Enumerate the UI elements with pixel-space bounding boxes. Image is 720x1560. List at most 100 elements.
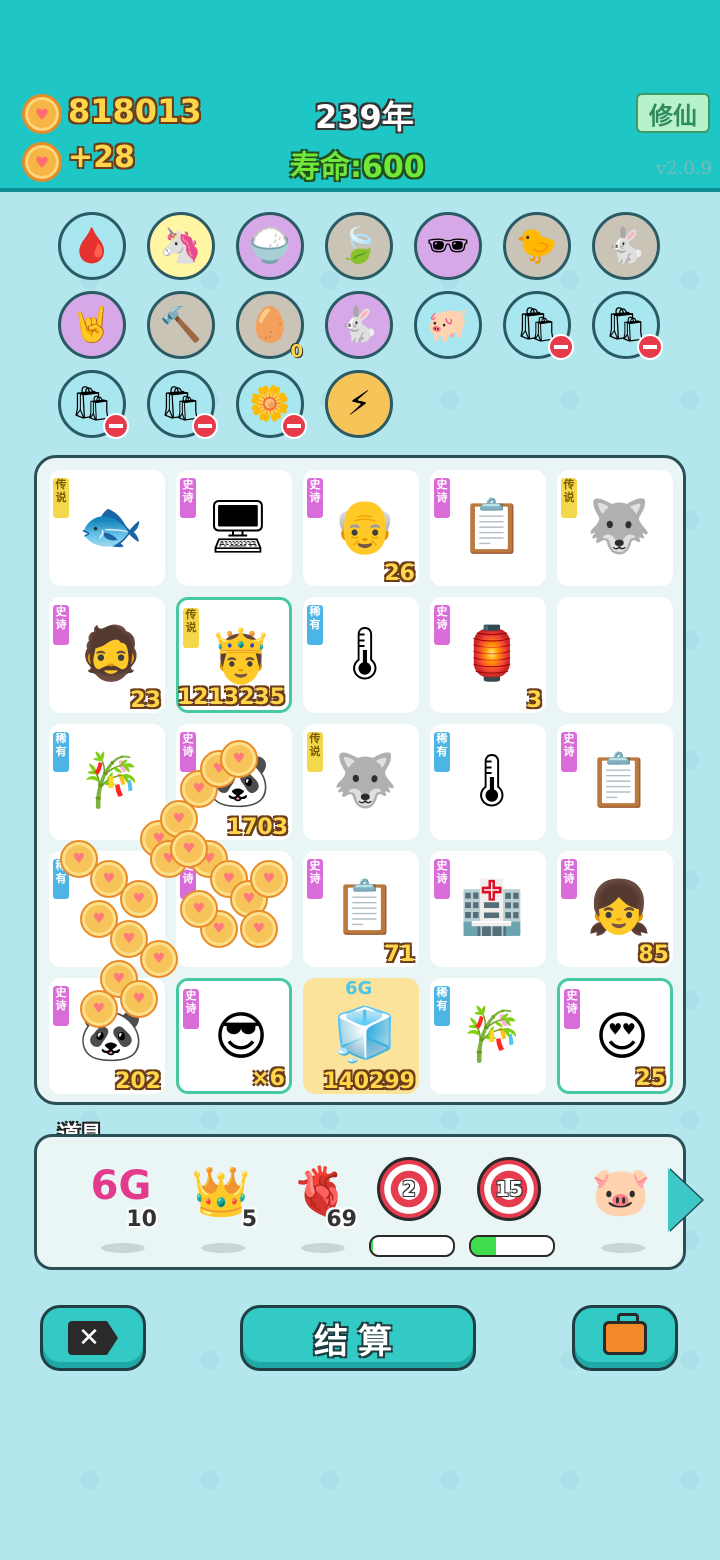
board-cell-girl-portrait[interactable]: 史诗 👧 85 <box>557 851 673 967</box>
board-cell-ctrl-c-ctrl-v[interactable]: 史诗 📋 <box>557 724 673 840</box>
board-cell-husky-king[interactable]: 传说 🐺 <box>303 724 419 840</box>
remove-badge-icon[interactable] <box>103 413 129 439</box>
remove-badge-icon[interactable] <box>548 334 574 360</box>
lightning-icon[interactable]: ⚡ <box>325 370 393 438</box>
item-count: 140299 <box>323 1069 415 1094</box>
sack-icon[interactable]: 🛍 <box>503 291 574 360</box>
cultivate-button[interactable]: 修仙 <box>636 93 710 133</box>
blood-bag-icon[interactable]: 🩸 <box>58 212 126 280</box>
coin-icon: ♥ <box>140 940 178 978</box>
rock-hand-icon[interactable]: 🤘 <box>58 291 126 359</box>
rarity-tag: 传说 <box>307 732 323 772</box>
coin-icon: ♥ <box>120 880 158 918</box>
remove-badge-icon[interactable] <box>637 334 663 360</box>
coin-icon: ♥ <box>22 94 62 134</box>
inventory-icon-glyph: 🐇 <box>604 226 648 266</box>
item-count: 1213235 <box>177 685 285 710</box>
tool-count: 5 <box>241 1207 257 1232</box>
board-cell-gauge[interactable]: 稀有 🌡 <box>303 597 419 713</box>
board-cell-icu-sign[interactable]: 史诗 🏥 <box>430 851 546 967</box>
rarity-tag: 史诗 <box>434 859 450 899</box>
rabbit-icon[interactable]: 🐇 <box>325 291 393 359</box>
board-cell-graphics-card[interactable]: 史诗 🖥 <box>176 470 292 586</box>
bag-button[interactable] <box>572 1305 678 1371</box>
coin-rate: +28 <box>68 140 135 175</box>
lifespan: 寿命:600 <box>290 142 425 186</box>
inventory-icon-glyph: 🦄 <box>159 226 203 266</box>
board-cell-old-man-face[interactable]: 史诗 👴 26 <box>303 470 419 586</box>
target-tool[interactable]: 15 <box>469 1157 563 1257</box>
remove-badge-icon[interactable] <box>281 413 307 439</box>
rice-bowl-icon[interactable]: 🍚 <box>236 212 304 280</box>
coin-icon: ♥ <box>80 990 118 1028</box>
graphics-card-icon: 🖥 <box>204 496 271 557</box>
egg-tray-icon[interactable]: 🥚 0 <box>236 291 304 362</box>
shadow <box>201 1243 245 1253</box>
coin-icon: ♥ <box>180 890 218 928</box>
item-count: 202 <box>115 1069 161 1094</box>
item-count: 25 <box>635 1066 666 1091</box>
heart-eyes-face-icon: 😍 <box>594 1007 650 1067</box>
inventory-icon-glyph: 🔨 <box>159 305 203 345</box>
gauge-icon: 🌡 <box>331 623 398 684</box>
gauge-icon: 🌡 <box>458 750 525 811</box>
inventory-icon-glyph: 🕶 <box>426 226 470 266</box>
rabbit-icon[interactable]: 🐇 <box>592 212 660 280</box>
board-cell-fridge-6g[interactable]: 🧊 6G 140299 <box>303 978 419 1094</box>
shadow <box>101 1243 145 1253</box>
bearded-man-icon: 🧔 <box>78 623 144 684</box>
crown-tool[interactable]: 👑 5 <box>173 1157 263 1257</box>
lifespan-value: 600 <box>362 150 425 185</box>
inventory-icon-glyph: 🐖 <box>426 305 470 345</box>
flower-pot-icon[interactable]: 🌼 <box>236 370 307 439</box>
rarity-tag: 稀有 <box>434 732 450 772</box>
close-button[interactable]: ✕ <box>40 1305 146 1371</box>
board-cell-bamboo[interactable]: 稀有 🎋 <box>430 978 546 1094</box>
inventory-icon-glyph: 🩸 <box>70 226 114 266</box>
item-count: 23 <box>130 688 161 713</box>
settle-button[interactable]: 结算 <box>240 1305 476 1371</box>
rabbit-lantern-icon: 🏮 <box>459 623 525 684</box>
board-cell-ctrl-c-ctrl-v[interactable]: 史诗 📋 <box>430 470 546 586</box>
sack-icon[interactable]: 🛍 <box>147 370 218 439</box>
rarity-tag: 史诗 <box>180 478 196 518</box>
coin-icon: ♥ <box>240 910 278 948</box>
next-arrow-icon[interactable] <box>668 1168 702 1232</box>
board-cell-ctrl-c-ctrl-v[interactable]: 史诗 📋 71 <box>303 851 419 967</box>
board-cell-rabbit-lantern[interactable]: 史诗 🏮 3 <box>430 597 546 713</box>
coin-icon: ♥ <box>220 740 258 778</box>
board-cell-heart-eyes-face[interactable]: 史诗 😍 25 <box>557 978 673 1094</box>
leaf-icon[interactable]: 🍃 <box>325 212 393 280</box>
board-cell-bearded-man[interactable]: 史诗 🧔 23 <box>49 597 165 713</box>
item-count: ×6 <box>251 1066 285 1091</box>
unicorn-icon[interactable]: 🦄 <box>147 212 215 280</box>
rarity-tag: 传说 <box>561 478 577 518</box>
inventory-icon-glyph: ⚡ <box>347 384 371 424</box>
bamboo-icon: 🎋 <box>459 1004 525 1065</box>
fridge-6g-icon: 🧊 <box>332 1004 398 1065</box>
piggy-tool[interactable]: 🐷 <box>573 1157 663 1257</box>
liver-tool[interactable]: 🫀 69 <box>273 1157 363 1257</box>
6g-tool[interactable]: 6G 10 <box>73 1157 163 1257</box>
koi-fish-icon: 🐟 <box>78 496 144 557</box>
board-cell-rich-king[interactable]: 传说 🤴 1213235 <box>176 597 292 713</box>
briefcase-icon <box>603 1313 647 1355</box>
sunglasses-icon[interactable]: 🕶 <box>414 212 482 280</box>
inventory-icon-glyph: 🐤 <box>515 226 559 266</box>
sack-icon[interactable]: 🛍 <box>592 291 663 360</box>
piggy-bank-icon[interactable]: 🐖 <box>414 291 482 359</box>
tool-level: 15 <box>495 1177 523 1201</box>
board-cell-husky-king[interactable]: 传说 🐺 <box>557 470 673 586</box>
board-cell-gauge[interactable]: 稀有 🌡 <box>430 724 546 840</box>
board-cell-koi-fish[interactable]: 传说 🐟 <box>49 470 165 586</box>
icon-count: 0 <box>290 341 303 362</box>
empty-slot[interactable] <box>557 597 673 713</box>
rarity-tag: 史诗 <box>307 478 323 518</box>
sack-icon[interactable]: 🛍 <box>58 370 129 439</box>
chick-icon[interactable]: 🐤 <box>503 212 571 280</box>
progress-bar <box>369 1235 455 1257</box>
item-count: 26 <box>384 561 415 586</box>
target-tool[interactable]: 2 <box>369 1157 463 1257</box>
remove-badge-icon[interactable] <box>192 413 218 439</box>
hammer-icon[interactable]: 🔨 <box>147 291 215 359</box>
